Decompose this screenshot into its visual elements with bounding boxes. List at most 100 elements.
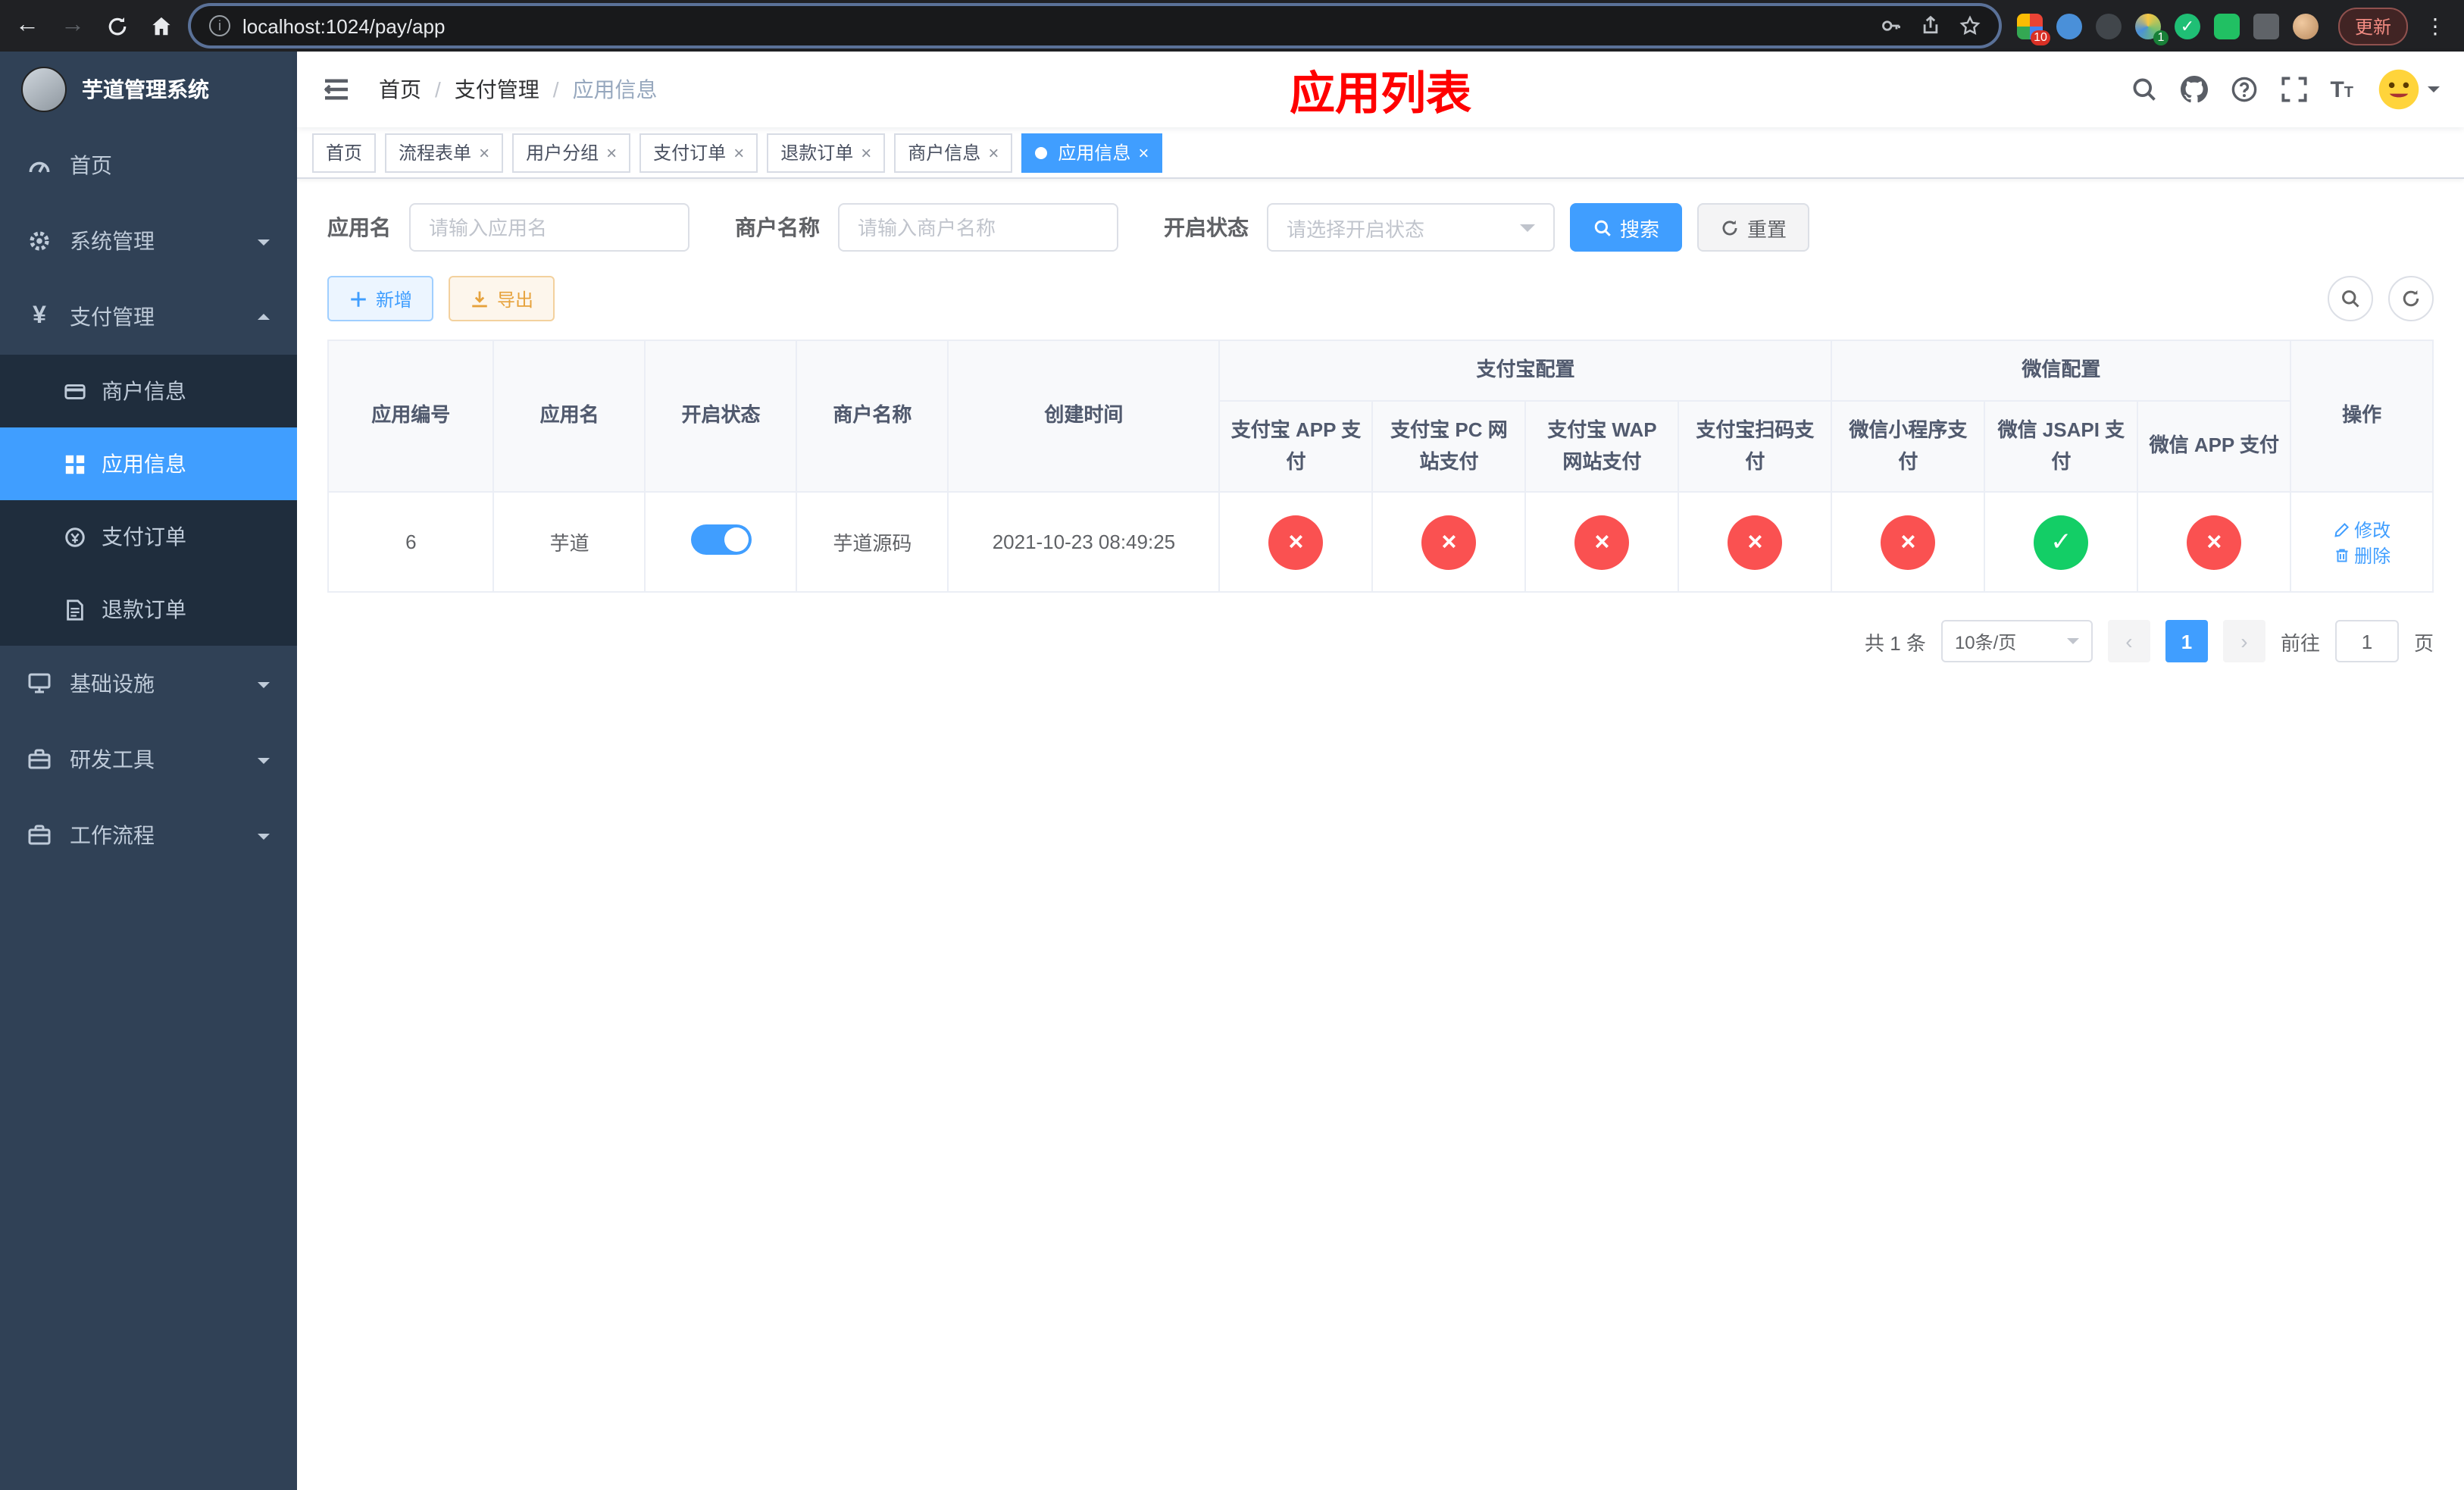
sidebar-item-devtools[interactable]: 研发工具 [0, 722, 297, 797]
dashboard-icon [29, 161, 50, 173]
sidebar-item-app-info[interactable]: 应用信息 [0, 427, 297, 500]
close-icon[interactable]: × [733, 142, 744, 163]
col-group-wechat: 微信配置 [1831, 340, 2292, 402]
github-icon[interactable] [2180, 76, 2208, 103]
address-bar[interactable]: i localhost:1024/pay/app [191, 6, 1999, 45]
close-icon[interactable]: × [479, 142, 489, 163]
wechat-jsapi-status-icon: ✓ [2034, 515, 2089, 570]
sidebar-item-label: 商户信息 [102, 379, 186, 403]
sidebar-item-label: 工作流程 [70, 823, 155, 847]
sidebar-item-label: 基础设施 [70, 671, 155, 696]
extension-dark-icon[interactable] [2095, 13, 2122, 39]
alipay-app-status-icon: × [1268, 515, 1324, 570]
breadcrumb-payment[interactable]: 支付管理 [455, 74, 539, 105]
sidebar-toggle-icon[interactable] [321, 74, 352, 105]
close-icon[interactable]: × [1138, 142, 1149, 163]
avatar [2378, 69, 2419, 110]
extension-grid-icon[interactable]: 10 [2016, 13, 2050, 45]
sidebar-item-home[interactable]: 首页 [0, 127, 297, 203]
status-select[interactable]: 请选择开启状态 [1267, 203, 1555, 252]
search-icon [1594, 219, 1611, 236]
download-icon [472, 290, 487, 307]
cell-app-id: 6 [327, 491, 495, 593]
back-icon[interactable]: ← [15, 12, 39, 39]
home-icon[interactable] [150, 14, 173, 37]
export-button[interactable]: 导出 [449, 276, 555, 321]
sidebar-item-pay-orders[interactable]: 支付订单 [0, 500, 297, 573]
browser-menu-kebab-icon[interactable]: ⋮ [2422, 13, 2449, 39]
table-row: 6 芋道 芋道源码 2021-10-23 08:49:25 × × × × × … [327, 491, 2434, 593]
refresh-icon[interactable] [106, 14, 129, 37]
extension-check-icon[interactable]: ✓ [2174, 13, 2200, 39]
delete-link[interactable]: 删除 [2333, 543, 2391, 568]
data-table: 应用编号 应用名 开启状态 商户名称 创建时间 支付宝配置 微信配置 操作 支付… [327, 339, 2434, 593]
forward-icon[interactable]: → [61, 12, 85, 39]
extensions-bar: 10 1 ✓ 更新 ⋮ [2016, 7, 2449, 45]
tab-process-form[interactable]: 流程表单 × [385, 133, 504, 172]
browser-chrome: ← → i localhost:1024/pay/app 10 1 ✓ 更新 ⋮ [0, 0, 2464, 52]
breadcrumb-current: 应用信息 [572, 77, 658, 102]
extensions-puzzle-icon[interactable] [2253, 13, 2279, 39]
sidebar-item-system[interactable]: 系统管理 [0, 203, 297, 279]
yen-icon: ¥ [33, 303, 46, 329]
sidebar-item-refund-orders[interactable]: 退款订单 [0, 573, 297, 646]
help-icon[interactable] [2230, 76, 2257, 103]
profile-avatar-icon[interactable] [2292, 13, 2319, 39]
toggle-search-button[interactable] [2328, 276, 2373, 321]
tab-refund-orders[interactable]: 退款订单 × [767, 133, 886, 172]
sidebar-item-infra[interactable]: 基础设施 [0, 646, 297, 722]
tab-bar: 首页 流程表单 × 用户分组 × 支付订单 × 退款订单 × 商户信息 × 应用信息 × [297, 127, 2464, 179]
sidebar-item-workflow[interactable]: 工作流程 [0, 797, 297, 873]
tab-app-info[interactable]: 应用信息 × [1021, 133, 1163, 172]
password-key-icon[interactable] [1881, 15, 1902, 36]
close-icon[interactable]: × [988, 142, 999, 163]
col-merchant: 商户名称 [796, 339, 949, 493]
app-name-input[interactable] [409, 203, 689, 252]
app-logo-row[interactable]: 芋道管理系统 [0, 52, 297, 127]
share-icon[interactable] [1920, 15, 1941, 36]
user-avatar-menu[interactable] [2376, 67, 2440, 112]
merchant-name-input[interactable] [838, 203, 1118, 252]
fullscreen-icon[interactable] [2280, 76, 2307, 103]
page-number-1[interactable]: 1 [2165, 620, 2208, 663]
page-size-select[interactable]: 10条/页 [1940, 620, 2093, 663]
tab-home[interactable]: 首页 [312, 133, 377, 172]
close-icon[interactable]: × [861, 142, 871, 163]
url-text: localhost:1024/pay/app [242, 14, 446, 37]
tab-merchant-info[interactable]: 商户信息 × [894, 133, 1013, 172]
sidebar-item-merchant-info[interactable]: 商户信息 [0, 355, 297, 427]
sidebar-item-label: 退款订单 [102, 597, 186, 621]
breadcrumb-home[interactable]: 首页 [379, 74, 421, 105]
close-icon[interactable]: × [606, 142, 617, 163]
search-button[interactable]: 搜索 [1570, 203, 1683, 252]
status-toggle[interactable] [690, 524, 752, 556]
edit-link[interactable]: 修改 [2333, 517, 2391, 543]
extension-chat-icon[interactable] [2213, 13, 2240, 39]
sidebar-item-payment[interactable]: ¥ 支付管理 [0, 279, 297, 355]
next-page-button[interactable]: › [2222, 620, 2265, 663]
chevron-down-icon [2066, 638, 2079, 651]
prev-page-button[interactable]: ‹ [2107, 620, 2150, 663]
alipay-qr-status-icon: × [1728, 515, 1783, 570]
sidebar-item-label: 研发工具 [70, 747, 155, 772]
search-icon[interactable] [2130, 76, 2157, 103]
extension-blue-icon[interactable] [2056, 13, 2082, 39]
chevron-down-icon [258, 833, 270, 845]
refresh-table-button[interactable] [2388, 276, 2434, 321]
browser-nav-buttons: ← → [15, 12, 173, 39]
extension-color-icon[interactable]: 1 [2134, 13, 2169, 45]
chevron-down-icon [258, 757, 270, 769]
goto-page-input[interactable] [2334, 620, 2399, 663]
filter-bar: 应用名 商户名称 开启状态 请选择开启状态 [327, 203, 2434, 252]
font-size-icon[interactable]: TT [2330, 77, 2353, 102]
tab-user-group[interactable]: 用户分组 × [512, 133, 631, 172]
reset-button[interactable]: 重置 [1697, 203, 1810, 252]
col-alipay-pc: 支付宝 PC 网站支付 [1371, 399, 1527, 493]
add-button[interactable]: 新增 [327, 276, 434, 321]
sidebar-item-label: 支付管理 [70, 305, 155, 329]
bookmark-star-icon[interactable] [1959, 15, 1981, 36]
col-status: 开启状态 [644, 339, 798, 493]
site-info-icon[interactable]: i [209, 15, 230, 36]
tab-pay-orders[interactable]: 支付订单 × [639, 133, 758, 172]
browser-update-button[interactable]: 更新 [2337, 7, 2408, 45]
